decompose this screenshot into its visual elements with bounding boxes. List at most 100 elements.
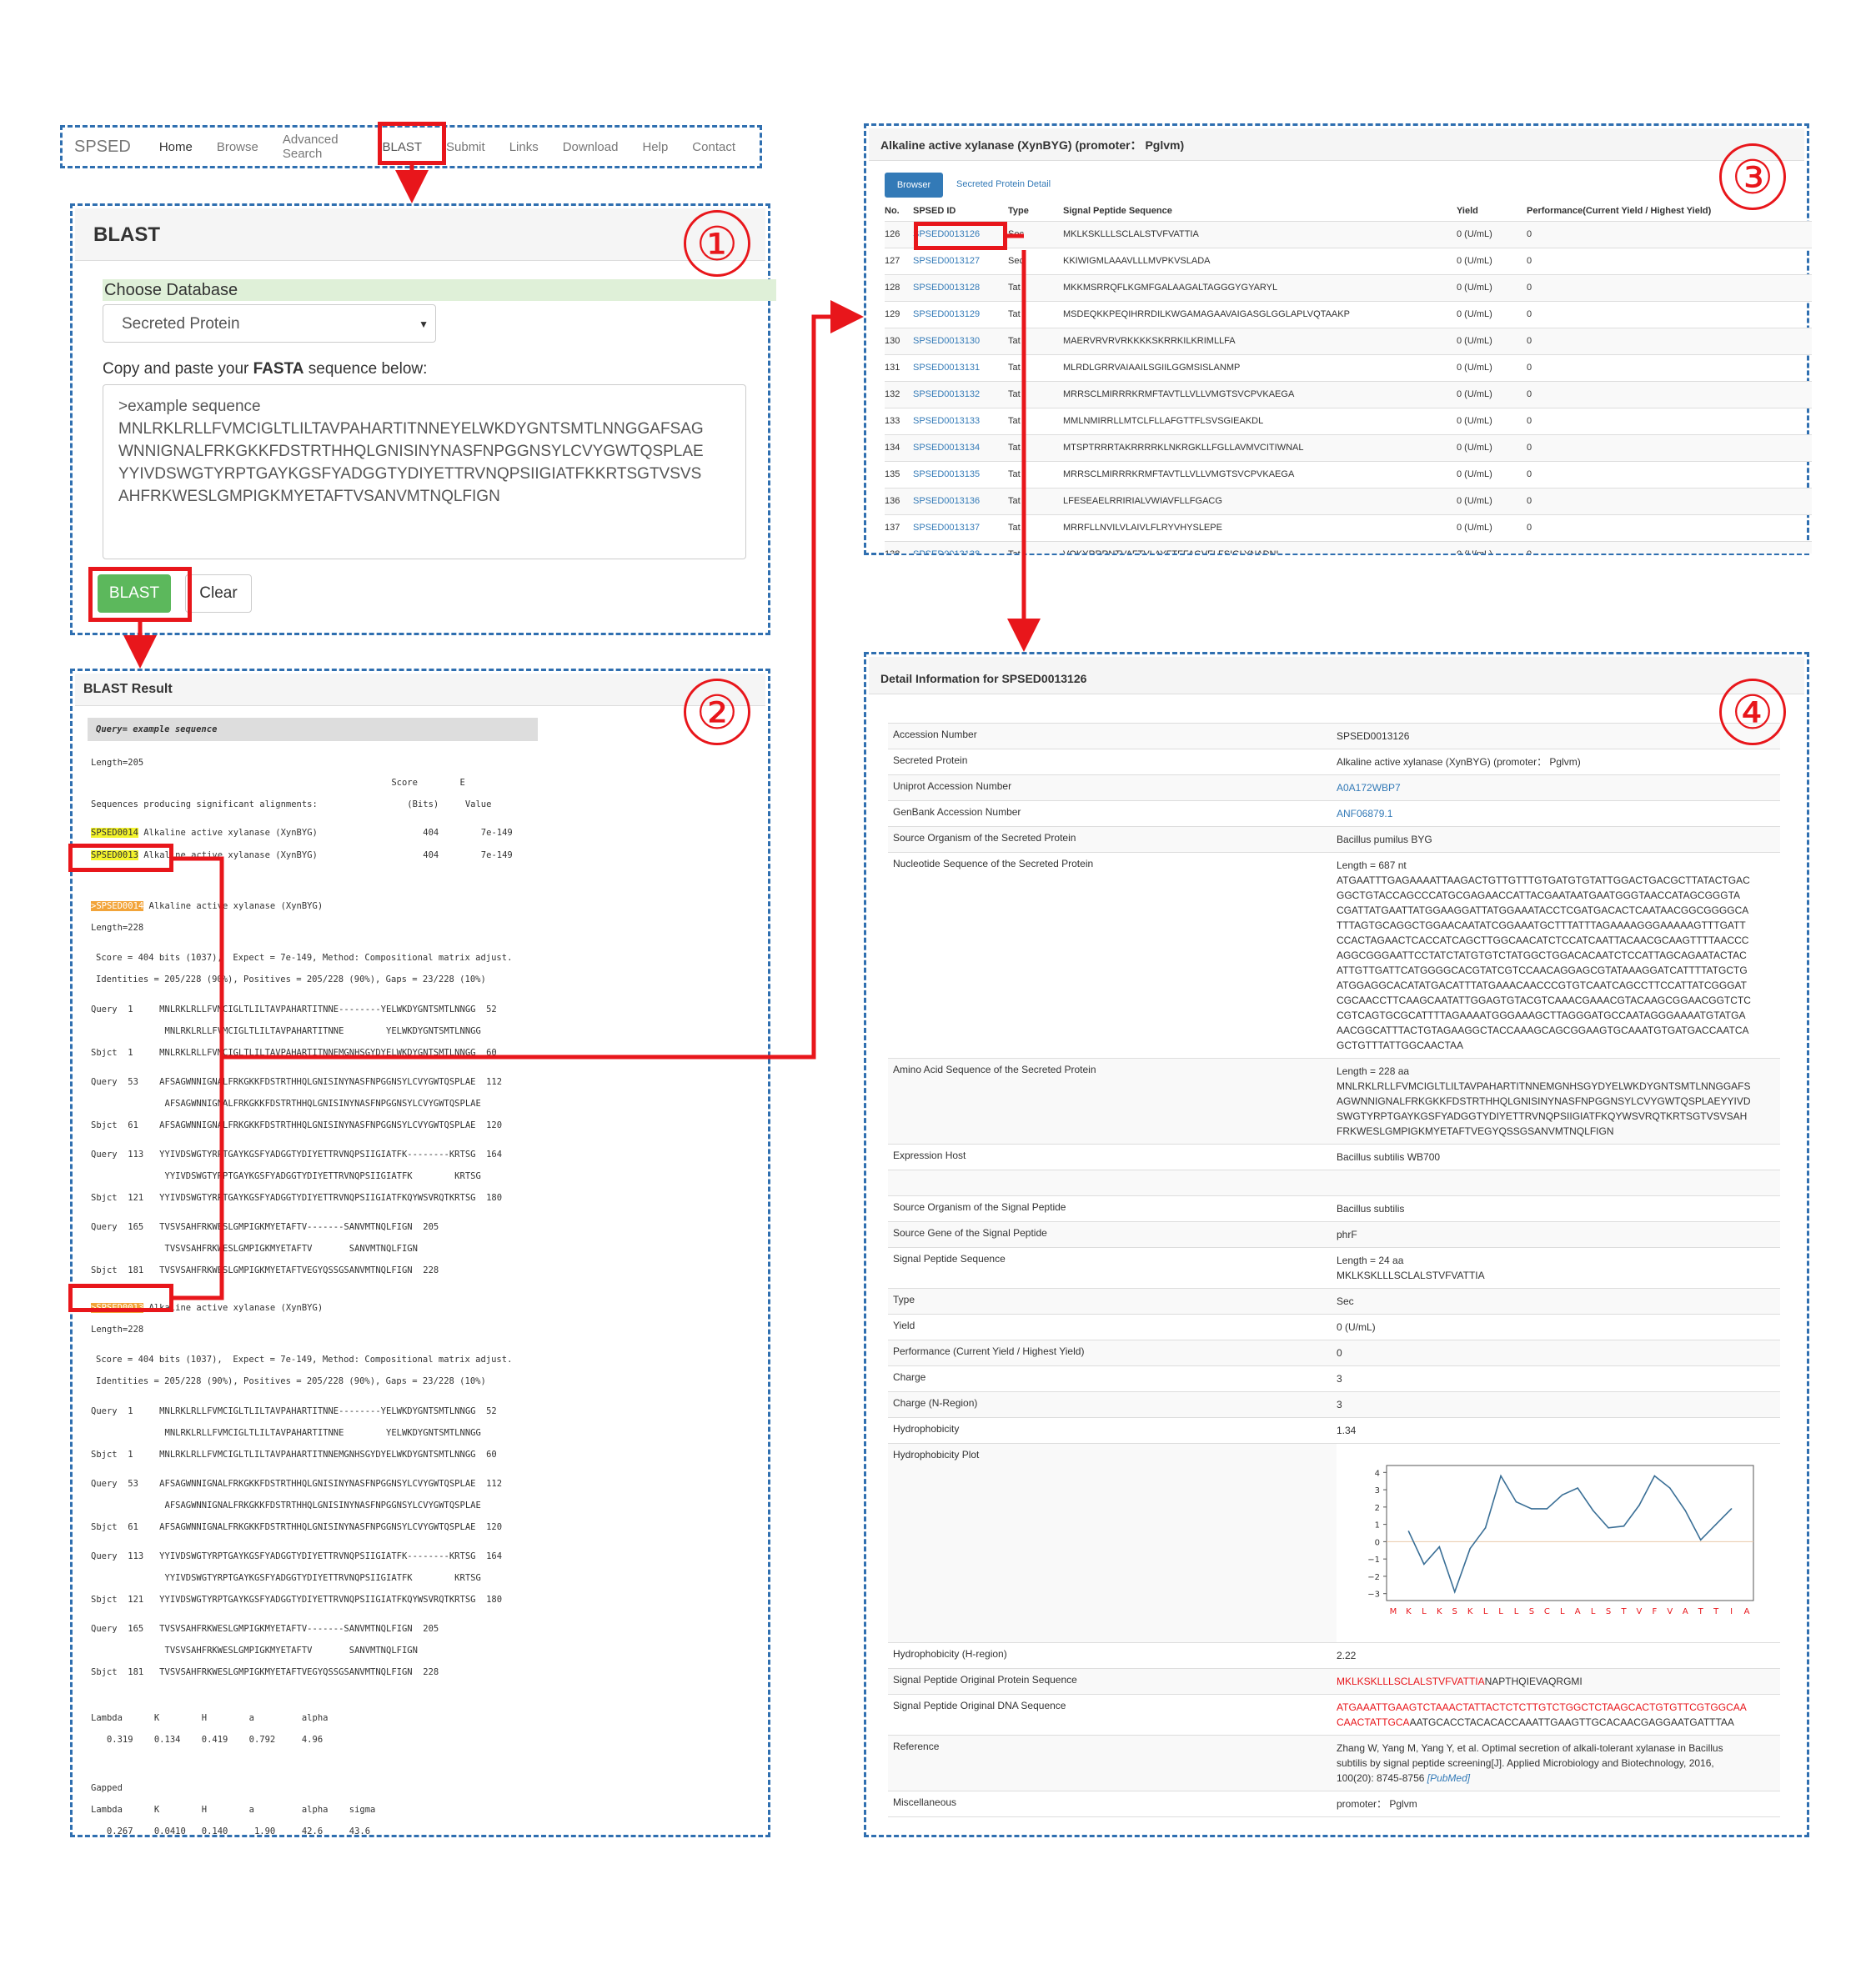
table-cell: MMLNMIRRLLMTCLFLLAFGTTFLSVSGIEAKDL: [1063, 416, 1264, 426]
hit-desc: Alkaline active xylanase (XynBYG) 404 7e…: [138, 828, 513, 838]
alignment-desc: Alkaline active xylanase (XynBYG): [143, 901, 324, 911]
detail-value-text: Zhang W, Yang M, Yang Y, et al. Optimal …: [1337, 1742, 1723, 1784]
plot-frame: [1386, 1465, 1754, 1601]
table-cell: 0: [1527, 542, 1532, 554]
clear-button[interactable]: Clear: [185, 574, 252, 613]
detail-value-text: phrF: [1337, 1229, 1357, 1240]
x-tick-label: V: [1667, 1607, 1673, 1616]
detail-value-text: Bacillus subtilis: [1337, 1203, 1405, 1215]
detail-value: 0: [1337, 1340, 1780, 1365]
block-spsed0013-highlight: [68, 1284, 173, 1312]
hydrophobicity-point: [1638, 1504, 1640, 1506]
spsed-id-link[interactable]: SPSED0013131: [913, 355, 980, 380]
tab-browser[interactable]: Browser: [885, 173, 943, 198]
pubmed-link[interactable]: [PubMed]: [1427, 1772, 1470, 1784]
table-cell: MAERVRVRVRKKKKSKRRKILKRIMLLFA: [1063, 336, 1236, 346]
copy-paste-label: Copy and paste your FASTA sequence below…: [103, 360, 428, 378]
table-cell: 0 (U/mL): [1457, 469, 1492, 479]
table-cell: 0 (U/mL): [1457, 336, 1492, 346]
x-tick-label: T: [1713, 1607, 1719, 1616]
table-row: 136 SPSED0013136 Tat LFESEAELRRIRIALVWIAVFL…: [885, 488, 1812, 514]
detail-value: 4 3 2 1 0 −1 −2 −3 M K L K S K L L L S C L A L S T V F V A T T I A: [1337, 1444, 1780, 1642]
nav-item-download[interactable]: Download: [563, 140, 619, 154]
spsed-id-link[interactable]: SPSED0013136: [913, 488, 980, 514]
detail-value: Alkaline active xylanase (XynBYG) (promo…: [1337, 749, 1780, 774]
tab-secreted-protein-detail[interactable]: Secreted Protein Detail: [956, 179, 1051, 189]
spsed-id-link[interactable]: SPSED0013138: [913, 542, 980, 554]
table-row: 131 SPSED0013131 Tat MLRDLGRRVAIAAILSGIILGG…: [885, 354, 1812, 381]
detail-value-text: Length = 687 nt ATGAATTTGAGAAAATTAAGACTG…: [1337, 859, 1751, 1051]
spsed-id-link[interactable]: SPSED0013128: [913, 275, 980, 300]
detail-row: Charge (N-Region) 3: [888, 1391, 1780, 1417]
column-header: Yield: [1457, 206, 1478, 216]
spsed-id-link[interactable]: SPSED0013135: [913, 462, 980, 487]
detail-value-text: 0 (U/mL): [1337, 1321, 1376, 1333]
blast-result-title: BLAST Result: [83, 682, 173, 696]
table-cell: 126: [885, 229, 900, 239]
detail-value: phrF: [1337, 1222, 1780, 1247]
table-cell: 0: [1527, 496, 1532, 506]
nav-item-contact[interactable]: Contact: [692, 140, 735, 154]
x-tick-label: I: [1730, 1607, 1733, 1616]
detail-value-text: SPSED0013126: [1337, 730, 1410, 742]
detail-row: Amino Acid Sequence of the Secreted Prot…: [888, 1058, 1780, 1144]
hydrophobicity-point: [1699, 1539, 1702, 1541]
detail-value: [1337, 1170, 1780, 1195]
spsed-id-link[interactable]: SPSED0013130: [913, 328, 980, 353]
row-126-highlight: [914, 222, 1007, 250]
spsed-id-link[interactable]: SPSED0013134: [913, 435, 980, 460]
nav-item-submit[interactable]: Submit: [446, 140, 485, 154]
detail-table: Accession Number SPSED0013126 Secreted Pro…: [888, 723, 1780, 1817]
hydrophobicity-point: [1423, 1563, 1425, 1566]
spsed-id-link[interactable]: SPSED0013137: [913, 515, 980, 540]
table-cell: MRRFLLNVILVLAIVLFLRYVHYSLEPE: [1063, 523, 1222, 533]
table-row: 129 SPSED0013129 Tat MSDEQKKPEQIHRRDILKWGAM…: [885, 301, 1812, 328]
table-cell: 130: [885, 336, 900, 346]
sequence-textarea[interactable]: >example sequence MNLRKLRLLFVMCIGLTLILTA…: [103, 384, 746, 559]
table-cell: 134: [885, 443, 900, 453]
table-cell: MRRSCLMIRRRKRMFTAVTLLVLLVMGTSVCPVKAEGA: [1063, 469, 1295, 479]
nav-item-help[interactable]: Help: [642, 140, 668, 154]
table-row: 134 SPSED0013134 Tat MTSPTRRRTAKRRRRKLNKRGK…: [885, 434, 1812, 461]
detail-value-text: Alkaline active xylanase (XynBYG) (promo…: [1337, 756, 1581, 768]
spsed-id-link[interactable]: SPSED0013129: [913, 302, 980, 327]
table-cell: 132: [885, 389, 900, 399]
x-tick-label: A: [1683, 1607, 1688, 1616]
detail-row: Charge 3: [888, 1365, 1780, 1391]
stats-line: Lambda K H a alpha sigma: [91, 1805, 376, 1815]
x-tick-label: L: [1422, 1607, 1427, 1616]
detail-key: Uniprot Accession Number: [893, 780, 1012, 792]
spsed-id-link[interactable]: SPSED0013133: [913, 408, 980, 433]
hit-row: SPSED0014 Alkaline active xylanase (XynB…: [91, 828, 513, 838]
alignment-line: YYIVDSWGTYRPTGAYKGSFYADGGTYDIYETTRVNQPSI…: [91, 1573, 481, 1583]
accession-link[interactable]: A0A172WBP7: [1337, 782, 1401, 794]
hydrophobicity-point: [1531, 1508, 1532, 1510]
nav-item-links[interactable]: Links: [509, 140, 539, 154]
alignment-score: Score = 404 bits (1037), Expect = 7e-149…: [96, 953, 513, 963]
table-cell: 138: [885, 542, 900, 554]
spsed-id-link[interactable]: SPSED0013127: [913, 248, 980, 273]
detail-value: Bacillus subtilis WB700: [1337, 1145, 1780, 1170]
table-cell: 0: [1527, 256, 1532, 266]
spsed-id-link[interactable]: SPSED0013132: [913, 382, 980, 407]
alignment-block-header: >SPSED0014 Alkaline active xylanase (Xyn…: [91, 901, 323, 911]
alignment-line: TVSVSAHFRKWESLGMPIGKMYETAFTV SANVMTNQLFI…: [91, 1244, 418, 1254]
detail-key: Hydrophobicity Plot: [893, 1449, 980, 1460]
detail-row: [888, 1170, 1780, 1195]
database-select[interactable]: Secreted Protein ▼: [103, 304, 436, 343]
detail-key: Signal Peptide Original Protein Sequence: [893, 1674, 1077, 1686]
nav-item-browse[interactable]: Browse: [217, 140, 258, 154]
nav-brand[interactable]: SPSED: [74, 138, 131, 157]
list-panel-header: Alkaline active xylanase (XynBYG) (promo…: [869, 128, 1804, 161]
x-tick-label: L: [1498, 1607, 1503, 1616]
hit-link[interactable]: SPSED0014: [91, 828, 138, 838]
accession-link[interactable]: ANF06879.1: [1337, 808, 1392, 819]
hit-spsed0013-highlight: [68, 844, 173, 872]
detail-row: Reference Zhang W, Yang M, Yang Y, et al.…: [888, 1735, 1780, 1791]
nav-item-home[interactable]: Home: [159, 140, 193, 154]
table-header: No. SPSED ID Type Signal Peptide Sequence Yi…: [885, 201, 1812, 221]
x-tick-label: S: [1452, 1607, 1457, 1616]
table-row: 128 SPSED0013128 Tat MKKMSRRQFLKGMFGALAAGAL…: [885, 274, 1812, 301]
nav-item-advanced-search[interactable]: Advanced Search: [283, 133, 359, 161]
alignment-id[interactable]: >SPSED0014: [91, 901, 144, 911]
